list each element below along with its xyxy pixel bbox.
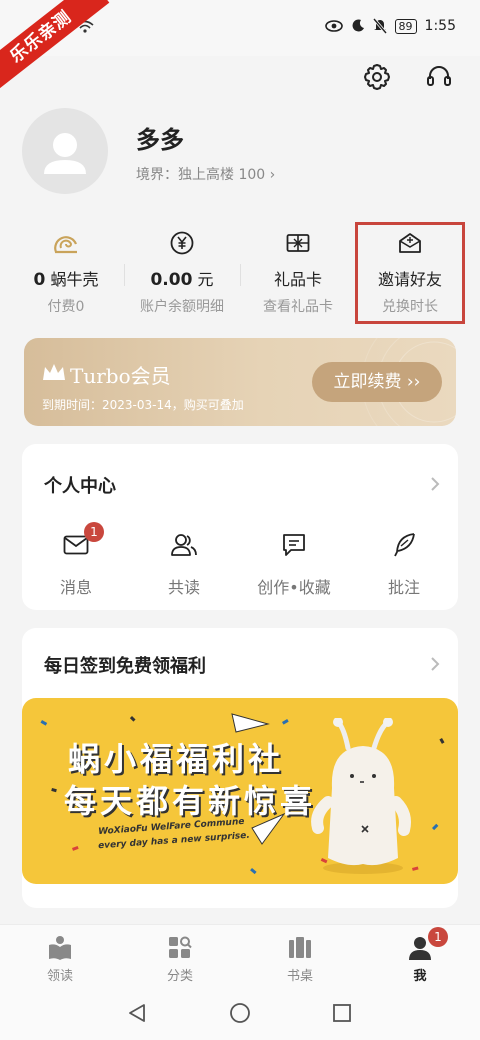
avatar[interactable] <box>22 108 108 194</box>
annotation-label: 批注 <box>387 578 420 597</box>
messages-label: 消息 <box>59 578 92 597</box>
coread-label: 共读 <box>167 578 200 597</box>
banner-headline: 蜗小福福利社 <box>68 740 285 778</box>
bookshelf-icon <box>289 937 311 958</box>
annotation-entry[interactable]: 批注 <box>354 530 454 598</box>
personal-center-title: 个人中心 <box>44 476 116 497</box>
chat-note-icon <box>283 534 305 556</box>
view-gift-card-link: 查看礼品卡 <box>263 299 333 315</box>
battery-indicator: 89 <box>394 18 417 34</box>
tab-me-label: 我 <box>413 969 427 984</box>
tab-category[interactable]: 分类 <box>140 933 220 984</box>
highlight-annotation-box <box>355 222 465 324</box>
signin-title: 每日签到免费领福利 <box>44 656 206 677</box>
feather-icon <box>394 533 415 557</box>
stat-snail-shell[interactable]: 0 蜗牛壳 付费0 <box>8 230 124 316</box>
gift-card-icon <box>286 234 310 252</box>
mascot-illustration <box>311 718 411 874</box>
bottom-tab-bar: 领读 分类 书桌 1 我 <box>0 924 480 988</box>
stat-balance[interactable]: 0.00 元 账户余额明细 <box>124 230 240 316</box>
mute-bell-icon <box>372 18 387 34</box>
realm-level-link[interactable]: 境界：独上高楼 100 › <box>136 164 275 184</box>
shell-count: 0 <box>33 270 46 290</box>
category-icon <box>169 936 192 958</box>
coread-entry[interactable]: 共读 <box>134 530 234 598</box>
status-right: 89 1:55 <box>324 18 456 34</box>
customer-service-headset-icon[interactable] <box>424 62 454 92</box>
banner-subheadline: 每天都有新惊喜 <box>64 782 317 820</box>
renew-button[interactable]: 立即续费 ›› <box>312 362 442 402</box>
messages-entry[interactable]: 1 消息 <box>26 522 126 598</box>
moon-icon <box>352 19 364 32</box>
welfare-banner[interactable]: 蜗小福福利社 每天都有新惊喜 WoXiaoFu WelFare Commune … <box>22 698 458 884</box>
create-collect-entry[interactable]: 创作•收藏 <box>244 530 344 598</box>
system-nav-bar <box>0 988 480 1040</box>
turbo-membership-card[interactable]: Turbo会员 到期时间：2023-03-14，购买可叠加 立即续费 ›› <box>24 338 456 426</box>
tab-bookshelf-label: 书桌 <box>286 969 313 984</box>
balance-detail-link: 账户余额明细 <box>140 299 224 315</box>
chevron-right-icon[interactable] <box>430 656 440 672</box>
tab-lead-read[interactable]: 领读 <box>20 933 100 984</box>
eye-icon <box>324 20 343 32</box>
shell-unit: 蜗牛壳 <box>50 270 99 289</box>
recents-square-icon[interactable] <box>331 1002 353 1024</box>
tab-me[interactable]: 1 我 <box>380 927 460 984</box>
clock: 1:55 <box>424 18 456 34</box>
stat-gift-card[interactable]: 礼品卡 查看礼品卡 <box>240 230 356 316</box>
turbo-expire-text: 到期时间：2023-03-14，购买可叠加 <box>42 398 244 412</box>
back-triangle-icon[interactable] <box>126 1002 148 1024</box>
balance-value: 0.00 <box>150 270 193 290</box>
gift-card-label: 礼品卡 <box>273 270 322 289</box>
balance-unit: 元 <box>197 270 214 289</box>
message-badge: 1 <box>84 522 104 542</box>
tab-category-label: 分类 <box>166 969 193 984</box>
book-reader-icon <box>49 936 71 960</box>
yen-coin-icon <box>170 231 194 255</box>
tab-bookshelf[interactable]: 书桌 <box>260 933 340 984</box>
personal-center-card: 个人中心 1 消息 共读 创作•收藏 批注 <box>22 444 458 610</box>
default-user-icon <box>44 133 86 174</box>
tab-lead-read-label: 领读 <box>46 969 73 984</box>
create-collect-label: 创作•收藏 <box>257 578 331 597</box>
me-badge: 1 <box>428 927 448 947</box>
settings-gear-icon[interactable] <box>362 62 392 92</box>
crown-icon <box>43 364 65 380</box>
snail-shell-icon <box>54 236 78 254</box>
home-circle-icon[interactable] <box>229 1002 251 1024</box>
turbo-title: Turbo会员 <box>70 364 171 388</box>
user-name[interactable]: 多多 <box>136 120 184 155</box>
people-icon <box>171 534 197 556</box>
paid-count: 付费0 <box>47 299 85 315</box>
chevron-right-icon[interactable] <box>430 476 440 492</box>
